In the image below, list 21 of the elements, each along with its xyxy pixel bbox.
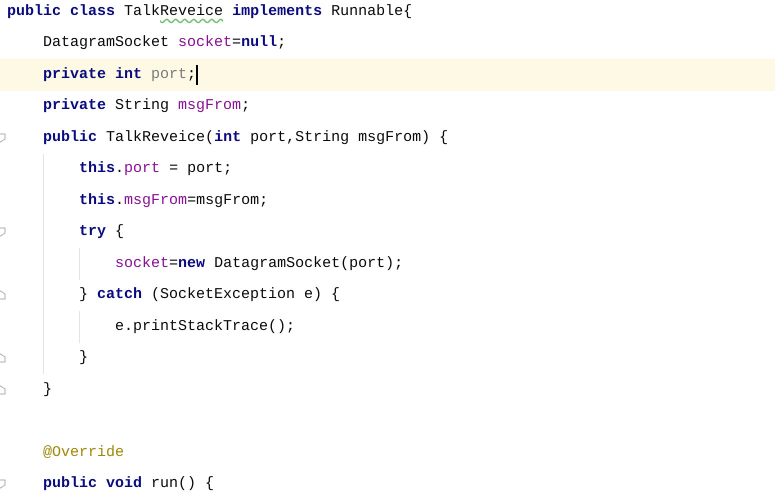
code-line: }: [78, 348, 88, 368]
code-line: try {: [78, 222, 124, 242]
code-line: socket=new DatagramSocket(port);: [114, 254, 404, 274]
code-line: public class TalkReveice implements Runnable{: [7, 2, 412, 22]
fold-icon[interactable]: [0, 132, 7, 143]
code-line: private int port;: [42, 64, 198, 85]
fold-icon[interactable]: [0, 479, 7, 490]
code-line: } catch (SocketException e) {: [78, 285, 340, 306]
code-line: @Override: [42, 442, 124, 463]
code-line: this.msgFrom=msgFrom;: [78, 190, 268, 211]
code-line: public void run() {: [42, 474, 214, 494]
fold-icon[interactable]: [0, 227, 7, 238]
fold-icon[interactable]: [0, 290, 7, 300]
fold-icon[interactable]: [0, 353, 7, 364]
code-line: public TalkReveice(int port,String msgFrom) {: [42, 128, 448, 148]
code-line: this.port = port;: [78, 159, 232, 180]
fold-icon[interactable]: [0, 384, 7, 395]
code-line: private String msgFrom;: [42, 96, 250, 116]
code-line: }: [42, 380, 52, 400]
code-line: e.printStackTrace();: [114, 316, 296, 337]
code-line: DatagramSocket socket=null;: [42, 33, 286, 54]
